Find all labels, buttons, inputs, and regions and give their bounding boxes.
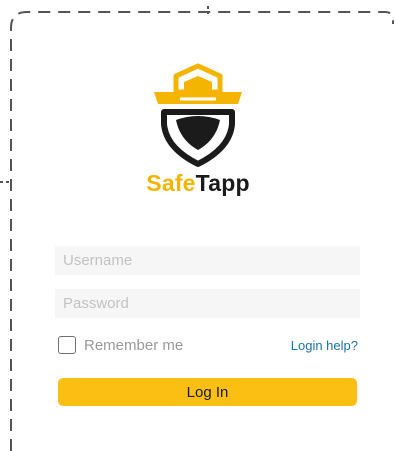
- shield-hat-logo-icon: [150, 62, 246, 168]
- brand-title: SafeTapp: [0, 170, 396, 197]
- remember-me-row[interactable]: Remember me: [58, 336, 183, 354]
- remember-me-label: Remember me: [84, 336, 184, 354]
- brand-title-tapp: Tapp: [195, 170, 250, 196]
- password-input[interactable]: [55, 289, 360, 318]
- login-button[interactable]: Log In: [58, 378, 357, 406]
- remember-me-checkbox[interactable]: [58, 336, 76, 354]
- username-input[interactable]: [55, 246, 360, 275]
- login-help-link[interactable]: Login help?: [291, 338, 358, 353]
- brand-title-safe: Safe: [146, 170, 196, 196]
